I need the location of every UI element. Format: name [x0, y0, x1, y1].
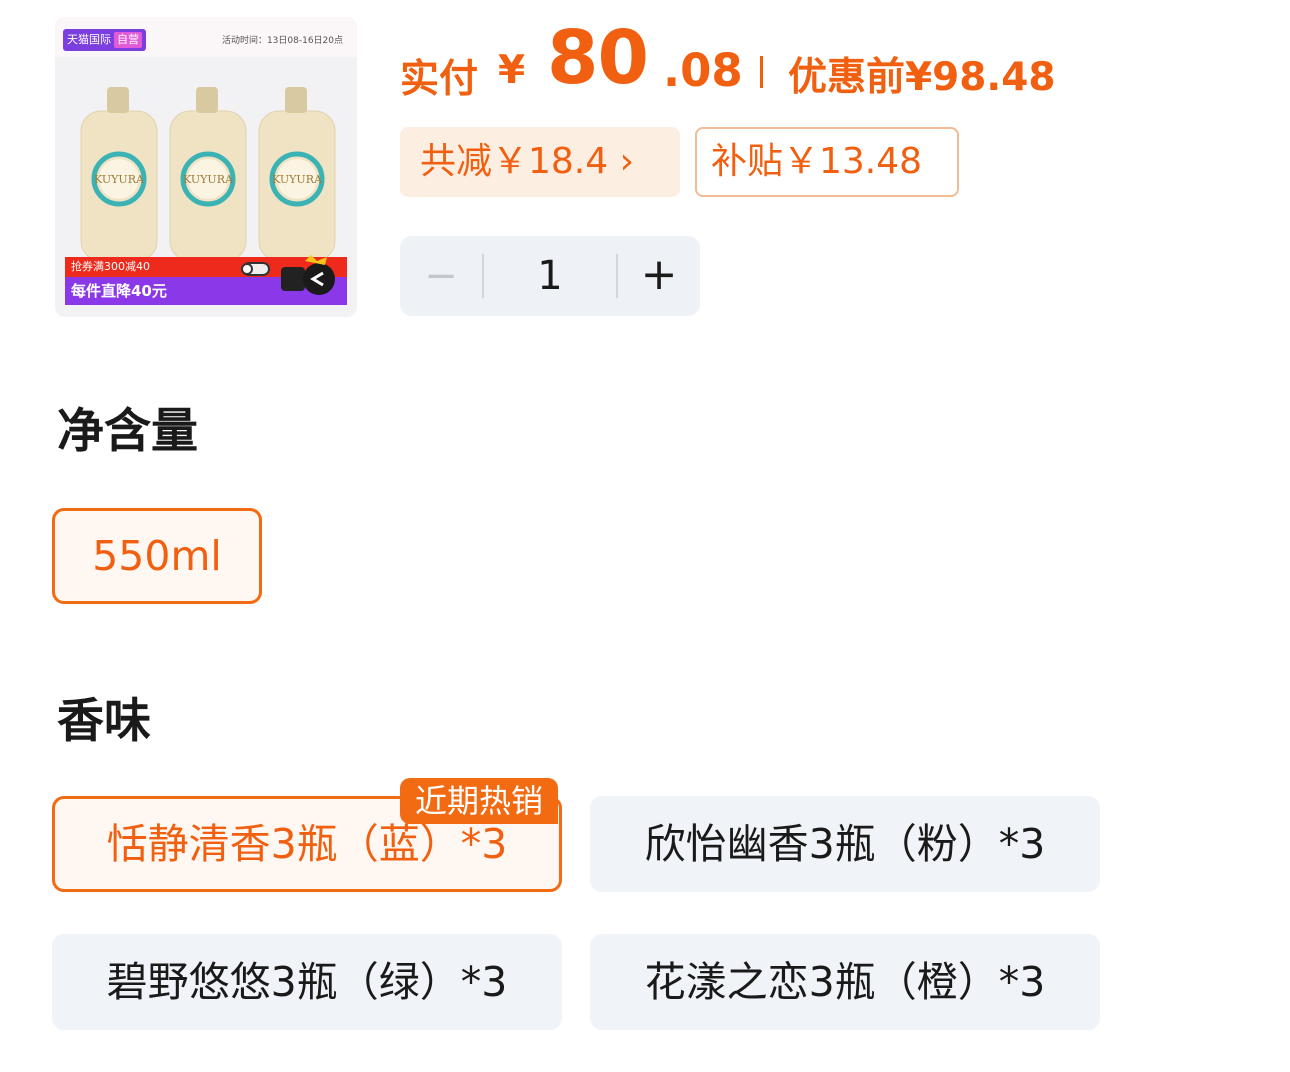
svg-text:KUYURA: KUYURA: [183, 173, 234, 186]
promo-banner: 抢券满300减40 每件直降40元: [65, 255, 347, 309]
price-decimal: .08: [663, 44, 743, 97]
subsidy-chip: 补贴￥13.48: [695, 127, 959, 197]
scent-section-title: 香味: [57, 694, 151, 749]
product-image[interactable]: 天猫国际 自营 活动时间：13日08-16日20点 KUYURA KUYURA K…: [55, 17, 357, 317]
quantity-stepper: − 1 +: [400, 236, 700, 316]
hot-selling-badge: 近期热销: [400, 778, 558, 824]
price-divider: [760, 56, 763, 88]
price-currency-symbol: ¥: [498, 48, 526, 93]
decrease-quantity-button[interactable]: −: [400, 236, 482, 316]
event-time-label: 活动时间：13日08-16日20点: [221, 36, 343, 46]
scent-option-orange[interactable]: 花漾之恋3瓶（橙）*3: [590, 934, 1100, 1030]
scent-option-green[interactable]: 碧野悠悠3瓶（绿）*3: [52, 934, 562, 1030]
svg-text:KUYURA: KUYURA: [272, 173, 323, 186]
increase-quantity-button[interactable]: +: [618, 236, 700, 316]
tmall-cat-mascot-icon: [241, 255, 335, 295]
tmall-global-badge: 天猫国际 自营: [63, 29, 146, 51]
volume-section-title: 净含量: [57, 404, 198, 459]
total-reduction-chip[interactable]: 共减￥18.4 ›: [400, 127, 680, 197]
svg-text:KUYURA: KUYURA: [94, 173, 145, 186]
price-integer: 80: [547, 15, 649, 101]
actual-pay-label: 实付: [400, 57, 479, 102]
bottles-illustration: KUYURA KUYURA KUYURA: [80, 87, 336, 262]
original-price: 优惠前¥98.48: [788, 55, 1056, 100]
volume-option-550ml[interactable]: 550ml: [52, 508, 262, 604]
scent-option-pink[interactable]: 欣怡幽香3瓶（粉）*3: [590, 796, 1100, 892]
quantity-input[interactable]: 1: [484, 236, 616, 316]
